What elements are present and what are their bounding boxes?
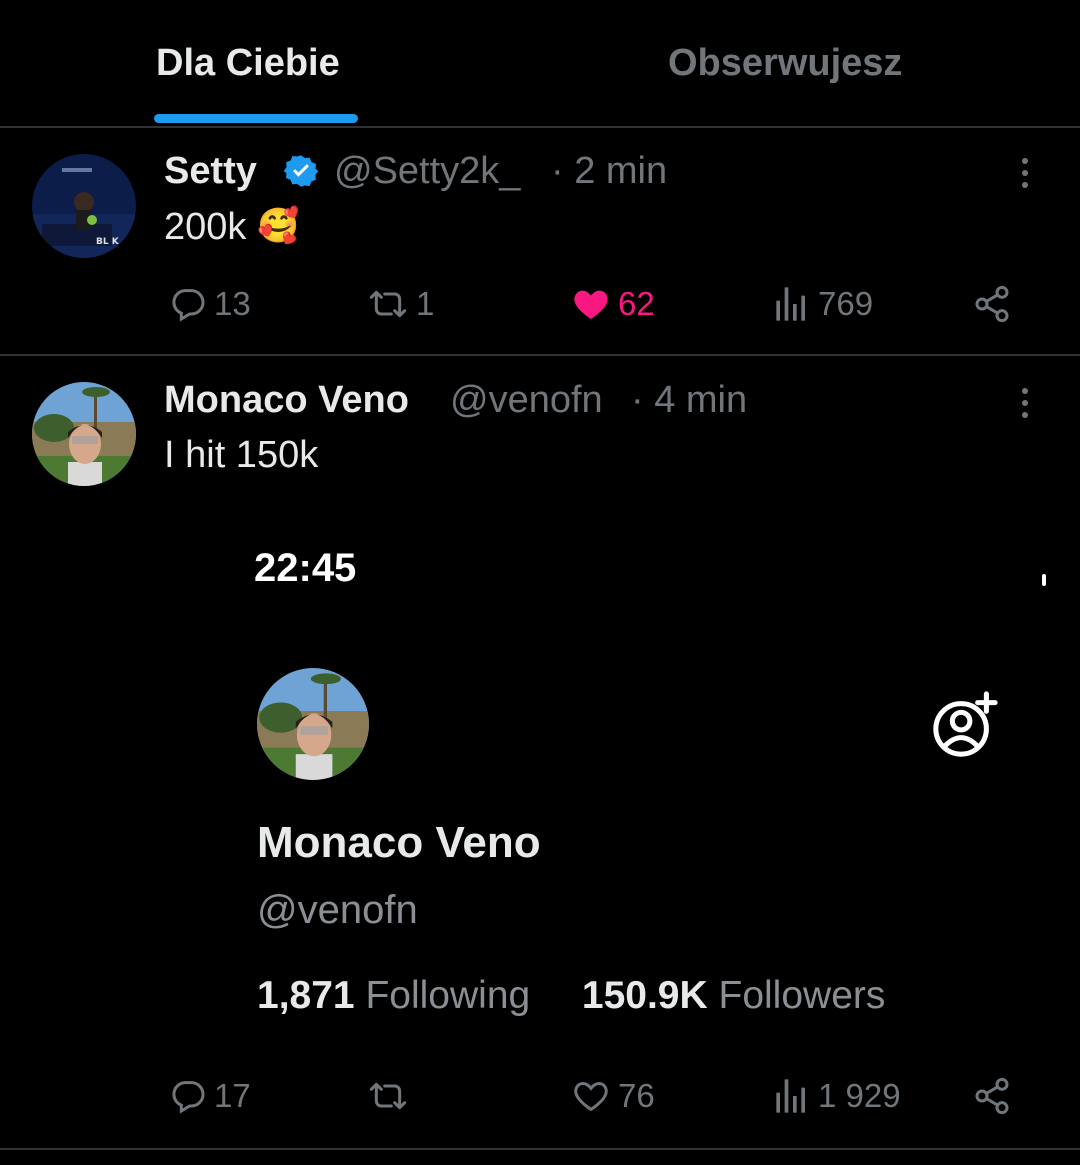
reply-button[interactable]: 13 xyxy=(168,284,251,324)
repost-icon xyxy=(366,284,410,324)
share-button[interactable] xyxy=(972,1076,1012,1116)
repost-button[interactable] xyxy=(366,1076,416,1116)
analytics-icon xyxy=(774,1076,812,1116)
reply-count: 13 xyxy=(214,285,251,322)
author-name[interactable]: Setty xyxy=(164,150,257,193)
screenshot-avatar xyxy=(257,668,369,780)
post-divider xyxy=(0,1148,1080,1150)
more-options-icon[interactable] xyxy=(1022,388,1030,424)
active-tab-indicator xyxy=(154,114,358,123)
reply-count: 17 xyxy=(214,1077,251,1114)
reply-icon xyxy=(168,1076,208,1116)
views-button[interactable]: 769 xyxy=(774,284,873,324)
analytics-icon xyxy=(774,284,812,324)
author-name[interactable]: Monaco Veno xyxy=(164,379,409,422)
avatar[interactable]: BL K xyxy=(32,154,136,258)
screenshot-status-dot xyxy=(1042,574,1046,586)
post-time: · 2 min xyxy=(551,150,668,192)
timeline-tabs: Dla Ciebie Obserwujesz xyxy=(0,0,1080,128)
heart-filled-icon xyxy=(570,284,612,324)
reply-button[interactable]: 17 xyxy=(168,1076,251,1116)
like-button[interactable]: 76 xyxy=(570,1076,655,1116)
share-icon xyxy=(972,284,1012,324)
following-count: 1,871 xyxy=(257,974,355,1017)
post-text: I hit 150k xyxy=(164,434,319,476)
followers-label: Followers xyxy=(718,974,886,1017)
views-count: 1 929 xyxy=(818,1077,901,1114)
views-button[interactable]: 1 929 xyxy=(774,1076,901,1116)
author-handle[interactable]: @Setty2k_ xyxy=(334,150,520,193)
smiling-hearts-emoji: 🥰 xyxy=(256,206,300,246)
author-handle[interactable]: @venofn xyxy=(450,379,603,422)
screenshot-clock: 22:45 xyxy=(254,546,357,590)
avatar[interactable] xyxy=(32,382,136,486)
add-user-icon xyxy=(930,690,1000,765)
reply-icon xyxy=(168,284,208,324)
post-text: 200k 🥰 xyxy=(164,206,300,248)
verified-badge-icon xyxy=(283,153,319,194)
views-count: 769 xyxy=(818,285,874,322)
like-count: 76 xyxy=(618,1077,655,1114)
like-button[interactable]: 62 xyxy=(570,284,655,324)
post-divider xyxy=(0,354,1080,356)
followers-count: 150.9K xyxy=(581,974,708,1017)
post-time: · 4 min xyxy=(631,379,748,421)
share-icon xyxy=(972,1076,1012,1116)
tab-following[interactable]: Obserwujesz xyxy=(668,42,902,85)
more-options-icon[interactable] xyxy=(1022,158,1030,194)
like-count: 62 xyxy=(618,285,655,322)
attached-image[interactable]: 22:45 Monaco Veno @venofn 1,871 Followin… xyxy=(164,500,1080,1060)
svg-text:BL K: BL K xyxy=(96,237,120,247)
repost-icon xyxy=(366,1076,410,1116)
tab-for-you[interactable]: Dla Ciebie xyxy=(156,42,340,85)
heart-outline-icon xyxy=(570,1076,612,1116)
screenshot-follow-stats: 1,871 Following 150.9K Followers xyxy=(257,974,885,1018)
repost-count: 1 xyxy=(416,285,435,322)
share-button[interactable] xyxy=(972,284,1012,324)
following-label: Following xyxy=(365,974,531,1017)
screenshot-display-name: Monaco Veno xyxy=(257,818,541,867)
screenshot-handle: @venofn xyxy=(257,888,418,932)
repost-button[interactable]: 1 xyxy=(366,284,434,324)
